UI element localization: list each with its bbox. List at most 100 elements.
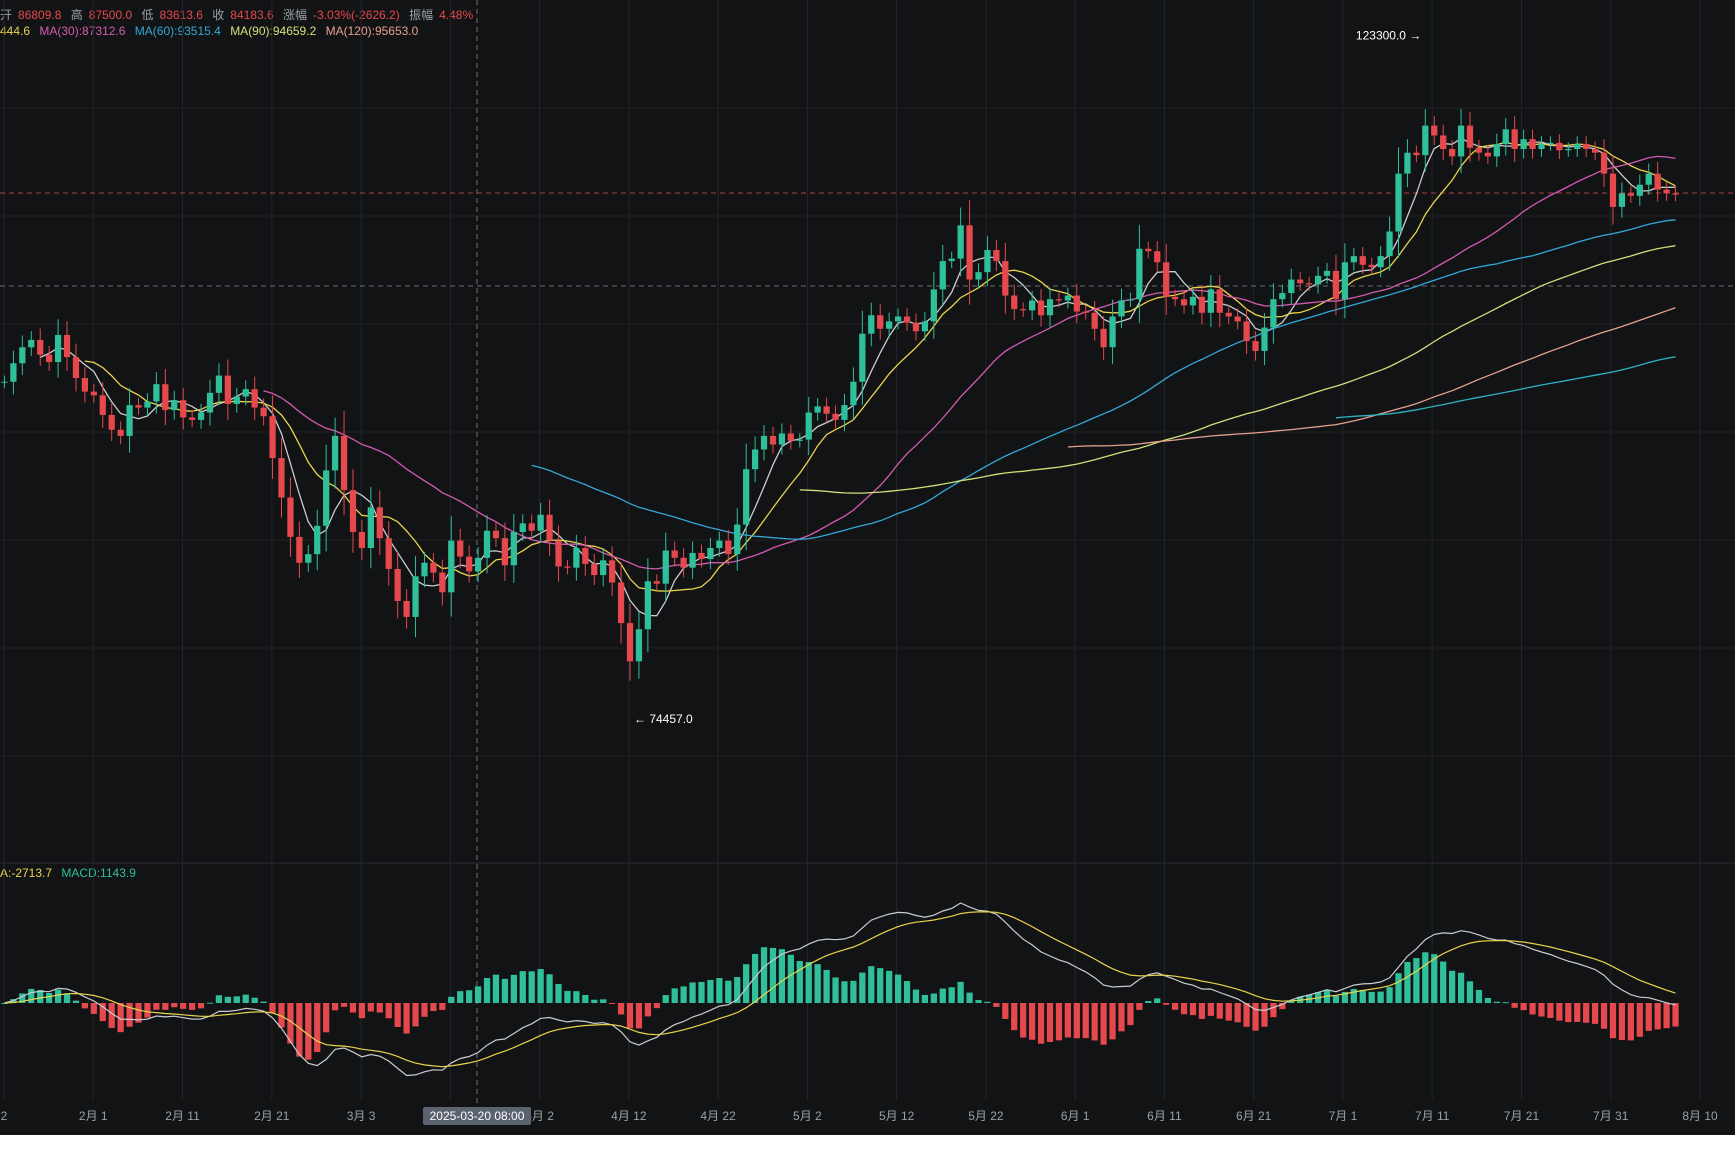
macd-bar: [1002, 1003, 1009, 1019]
macd-bar: [1234, 1003, 1241, 1023]
macd-pane: [1, 902, 1679, 1077]
candle-body: [278, 458, 285, 498]
candle-body: [635, 629, 643, 662]
candle-body: [859, 333, 866, 382]
candle: [1136, 224, 1143, 324]
candle: [993, 239, 1000, 272]
candle-body: [1413, 152, 1420, 156]
candle: [1, 375, 8, 388]
candle: [1029, 290, 1036, 320]
candle-body: [1404, 152, 1411, 174]
candle-body: [528, 523, 535, 531]
candle-body: [403, 600, 410, 617]
macd-bar: [1082, 1003, 1089, 1039]
candle-body: [349, 490, 357, 532]
candle-body: [1163, 262, 1170, 297]
macd-bar: [1359, 989, 1366, 1003]
candle: [10, 350, 17, 395]
candle-body: [46, 354, 53, 363]
candle: [1002, 242, 1009, 314]
candle: [1279, 284, 1286, 308]
candle-body: [546, 514, 553, 541]
candle-body: [984, 249, 991, 273]
candle: [626, 603, 634, 681]
candle: [367, 486, 374, 569]
x-tick-label: 2月 21: [254, 1109, 290, 1123]
candle-body: [63, 334, 71, 358]
candle: [948, 251, 955, 269]
candle-body: [886, 321, 893, 329]
candle-body: [993, 249, 1000, 262]
candle-body: [242, 389, 249, 397]
macd-bar: [1270, 1003, 1277, 1018]
candle: [483, 515, 491, 574]
macd-bar: [269, 1003, 276, 1013]
candle-body: [466, 556, 473, 572]
candle-body: [28, 339, 35, 348]
macd-bar: [1091, 1003, 1098, 1041]
candle-body: [394, 568, 401, 601]
macd-bar: [644, 1003, 651, 1017]
candle-body: [1, 381, 8, 383]
macd-bar: [707, 979, 714, 1003]
macd-bar: [1225, 1003, 1232, 1021]
macd-bar: [63, 993, 71, 1003]
macd-bar: [1350, 988, 1357, 1003]
macd-bar: [430, 1003, 437, 1011]
candle: [171, 390, 178, 420]
candle: [72, 343, 80, 392]
macd-bar: [367, 1003, 374, 1012]
macd-bar: [46, 992, 53, 1003]
macd-bar: [1198, 1003, 1206, 1019]
candle: [868, 302, 875, 347]
macd-bar: [1529, 1003, 1536, 1015]
candle: [1600, 139, 1608, 188]
candle-body: [680, 557, 687, 568]
macd-bar: [1672, 1003, 1679, 1027]
macd-bar: [1404, 961, 1411, 1003]
candle: [1332, 254, 1340, 316]
candle-body: [1288, 279, 1295, 294]
macd-bar: [582, 994, 589, 1003]
candle: [224, 359, 231, 420]
candle-body: [689, 552, 696, 568]
price-chart[interactable]: 123300.0 →← 74457.022月 12月 112月 213月 33月…: [0, 0, 1735, 1156]
candle: [1011, 284, 1018, 320]
candle-body: [331, 435, 339, 471]
candle-body: [707, 547, 714, 560]
macd-bar: [251, 997, 258, 1003]
candle: [1574, 136, 1581, 157]
macd-bar: [242, 994, 249, 1003]
macd-bar: [1064, 1003, 1071, 1038]
candle: [126, 388, 133, 453]
candle-body: [1216, 289, 1223, 313]
candle-body: [1609, 173, 1617, 207]
macd-bar: [474, 986, 482, 1003]
macd-bar: [743, 964, 750, 1003]
macd-bar: [537, 969, 544, 1003]
macd-bar: [751, 953, 759, 1003]
macd-bar: [1020, 1003, 1027, 1038]
candle-body: [1654, 173, 1661, 190]
candle-body: [1091, 312, 1098, 329]
candle: [135, 398, 142, 415]
high-marker-label: 123300.0 →: [1356, 28, 1421, 42]
macd-bar: [1431, 954, 1438, 1003]
candle-body: [1002, 261, 1009, 296]
candle-body: [823, 406, 830, 414]
candle: [1547, 136, 1554, 151]
candle: [823, 397, 830, 423]
candle-body: [510, 531, 517, 566]
macd-bar: [215, 995, 223, 1003]
macd-bar: [1520, 1003, 1527, 1011]
candle-body: [197, 412, 205, 420]
candle: [564, 559, 571, 575]
candle: [19, 335, 26, 376]
candle: [528, 514, 535, 540]
candle-body: [1243, 321, 1250, 342]
candle-body: [1502, 129, 1509, 145]
candle: [939, 244, 946, 306]
candle-body: [1556, 142, 1563, 151]
macd-bar: [626, 1003, 634, 1029]
macd-bar: [1502, 1002, 1509, 1004]
